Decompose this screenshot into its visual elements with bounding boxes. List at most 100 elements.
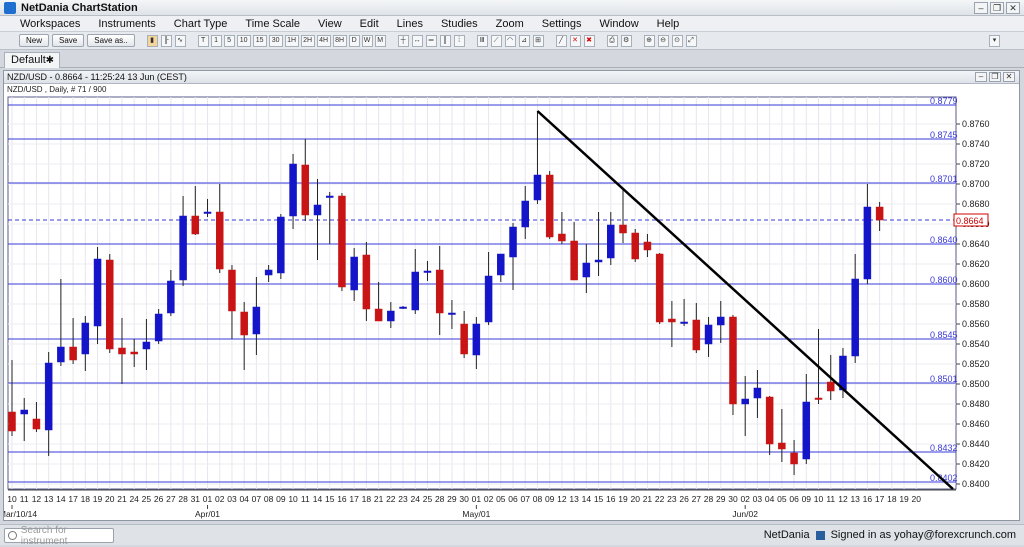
print-icon[interactable]: ⎙ (606, 34, 618, 47)
delete-drawing-icon[interactable]: ✕ (569, 34, 581, 47)
chart-window: 0.87600.87400.87200.87000.86800.86600.86… (3, 70, 1020, 521)
trendline-icon[interactable]: ⟋ (490, 34, 502, 47)
menu-item-window[interactable]: Window (600, 18, 639, 30)
candle-body (435, 269, 444, 314)
candle-body (423, 270, 432, 273)
candle-body (839, 355, 847, 391)
menu-item-view[interactable]: View (318, 18, 342, 30)
delete-all-icon[interactable]: ✖ (583, 34, 595, 47)
crosshair-icon[interactable]: ┼ (397, 34, 409, 47)
arc-icon[interactable]: ◠ (504, 34, 516, 47)
zoom-out-icon[interactable]: ⊖ (657, 34, 669, 47)
menu-item-edit[interactable]: Edit (360, 18, 379, 30)
menu-item-studies[interactable]: Studies (441, 18, 478, 30)
period-button-1[interactable]: 1 (210, 34, 222, 47)
period-button-15[interactable]: 15 (252, 34, 267, 47)
ohlc-bar-icon[interactable]: ╟ (160, 34, 172, 47)
tab-close-icon[interactable]: ✱ (46, 53, 54, 68)
period-button-5[interactable]: 5 (223, 34, 235, 47)
candle-body (619, 224, 627, 234)
menu-bar: Workspaces Instruments Chart Type Time Scal… (0, 16, 1024, 32)
menu-item-workspaces[interactable]: Workspaces (20, 18, 80, 30)
y-tick-label: 0.8700 (962, 179, 990, 189)
month-label: May/01 (462, 509, 490, 519)
x-tick-label: 16 (606, 494, 616, 504)
new-button[interactable]: New (19, 34, 50, 47)
x-tick-label: 25 (423, 494, 433, 504)
save-button[interactable]: Save (52, 34, 85, 47)
x-tick-label: 28 (435, 494, 445, 504)
x-tick-label: 07 (252, 494, 262, 504)
fan-icon[interactable]: ⊿ (518, 34, 530, 47)
x-tick-label: 26 (679, 494, 689, 504)
x-tick-label: 10 (7, 494, 17, 504)
instrument-search-input[interactable]: Search for instrument (4, 525, 114, 547)
draw-line-icon[interactable]: ╱ (555, 34, 567, 47)
candle-body (374, 308, 383, 322)
candle-body (325, 195, 334, 198)
save-as-button[interactable]: Save as.. (87, 34, 135, 47)
x-tick-label: 31 (191, 494, 201, 504)
month-label: Apr/01 (195, 509, 220, 519)
period-button-t[interactable]: T (197, 34, 209, 47)
x-tick-label: 05 (496, 494, 506, 504)
menu-item-help[interactable]: Help (657, 18, 680, 30)
candle-body (252, 306, 261, 335)
zoom-reset-icon[interactable]: ⊙ (671, 34, 683, 47)
candle-body (289, 163, 297, 217)
maximize-icon[interactable]: ❐ (990, 2, 1004, 14)
candle-body (484, 275, 493, 323)
period-button-4h[interactable]: 4H (316, 34, 331, 47)
settings-icon[interactable]: ⚙ (620, 34, 632, 47)
fibonacci-icon[interactable]: Ⅲ (476, 34, 488, 47)
line-chart-icon[interactable]: ∿ (174, 34, 186, 47)
menu-item-chart-type[interactable]: Chart Type (174, 18, 228, 30)
fit-icon[interactable]: ⤢ (685, 34, 697, 47)
period-button-1h[interactable]: 1H (284, 34, 299, 47)
chart-title-text: NZD/USD - 0.8664 - 11:25:24 13 Jun (CEST… (7, 72, 187, 82)
chart-minimize-icon[interactable]: – (975, 72, 987, 82)
y-tick-label: 0.8620 (962, 259, 990, 269)
candle-body (8, 411, 16, 432)
zoom-in-icon[interactable]: ⊕ (643, 34, 655, 47)
candle-body (631, 232, 639, 260)
menu-item-lines[interactable]: Lines (397, 18, 423, 30)
last-price-label: 0.8664 (956, 216, 984, 226)
chart-window-title: NZD/USD - 0.8664 - 11:25:24 13 Jun (CEST… (4, 71, 1019, 84)
gann-icon[interactable]: ⊞ (532, 34, 544, 47)
menu-item-zoom[interactable]: Zoom (496, 18, 524, 30)
period-button-w[interactable]: W (361, 34, 373, 47)
candle-body (167, 280, 175, 314)
x-tick-label: 09 (545, 494, 555, 504)
candle-body (521, 200, 529, 228)
menu-item-settings[interactable]: Settings (542, 18, 582, 30)
period-button-2h[interactable]: 2H (300, 34, 315, 47)
x-tick-label: 23 (398, 494, 408, 504)
chart-close-icon[interactable]: ✕ (1003, 72, 1015, 82)
vline-icon[interactable]: ║ (439, 34, 451, 47)
minimize-icon[interactable]: – (974, 2, 988, 14)
x-tick-label: 21 (374, 494, 384, 504)
search-placeholder: Search for instrument (20, 524, 68, 547)
hline-icon[interactable]: ═ (425, 34, 437, 47)
x-tick-label: 30 (728, 494, 738, 504)
cursor-icon[interactable]: ↔ (411, 34, 423, 47)
x-tick-label: 07 (521, 494, 531, 504)
menu-item-time-scale[interactable]: Time Scale (245, 18, 300, 30)
y-tick-label: 0.8400 (962, 479, 990, 489)
period-button-30[interactable]: 30 (268, 34, 283, 47)
menu-item-instruments[interactable]: Instruments (98, 18, 155, 30)
x-tick-label: 11 (20, 494, 29, 504)
tab-default[interactable]: Default ✱ (4, 52, 60, 68)
channel-icon[interactable]: ⁞ (453, 34, 465, 47)
price-chart[interactable]: 0.87600.87400.87200.87000.86800.86600.86… (4, 71, 1021, 522)
toolbar-expand-icon[interactable]: ▾ (989, 35, 1000, 47)
period-button-8h[interactable]: 8H (332, 34, 347, 47)
period-button-10[interactable]: 10 (236, 34, 251, 47)
candle-body (680, 321, 688, 324)
period-button-d[interactable]: D (348, 34, 360, 47)
close-icon[interactable]: ✕ (1006, 2, 1020, 14)
chart-maximize-icon[interactable]: ❐ (989, 72, 1001, 82)
candlestick-chart-icon[interactable]: ▮ (146, 34, 158, 47)
period-button-m[interactable]: M (374, 34, 386, 47)
